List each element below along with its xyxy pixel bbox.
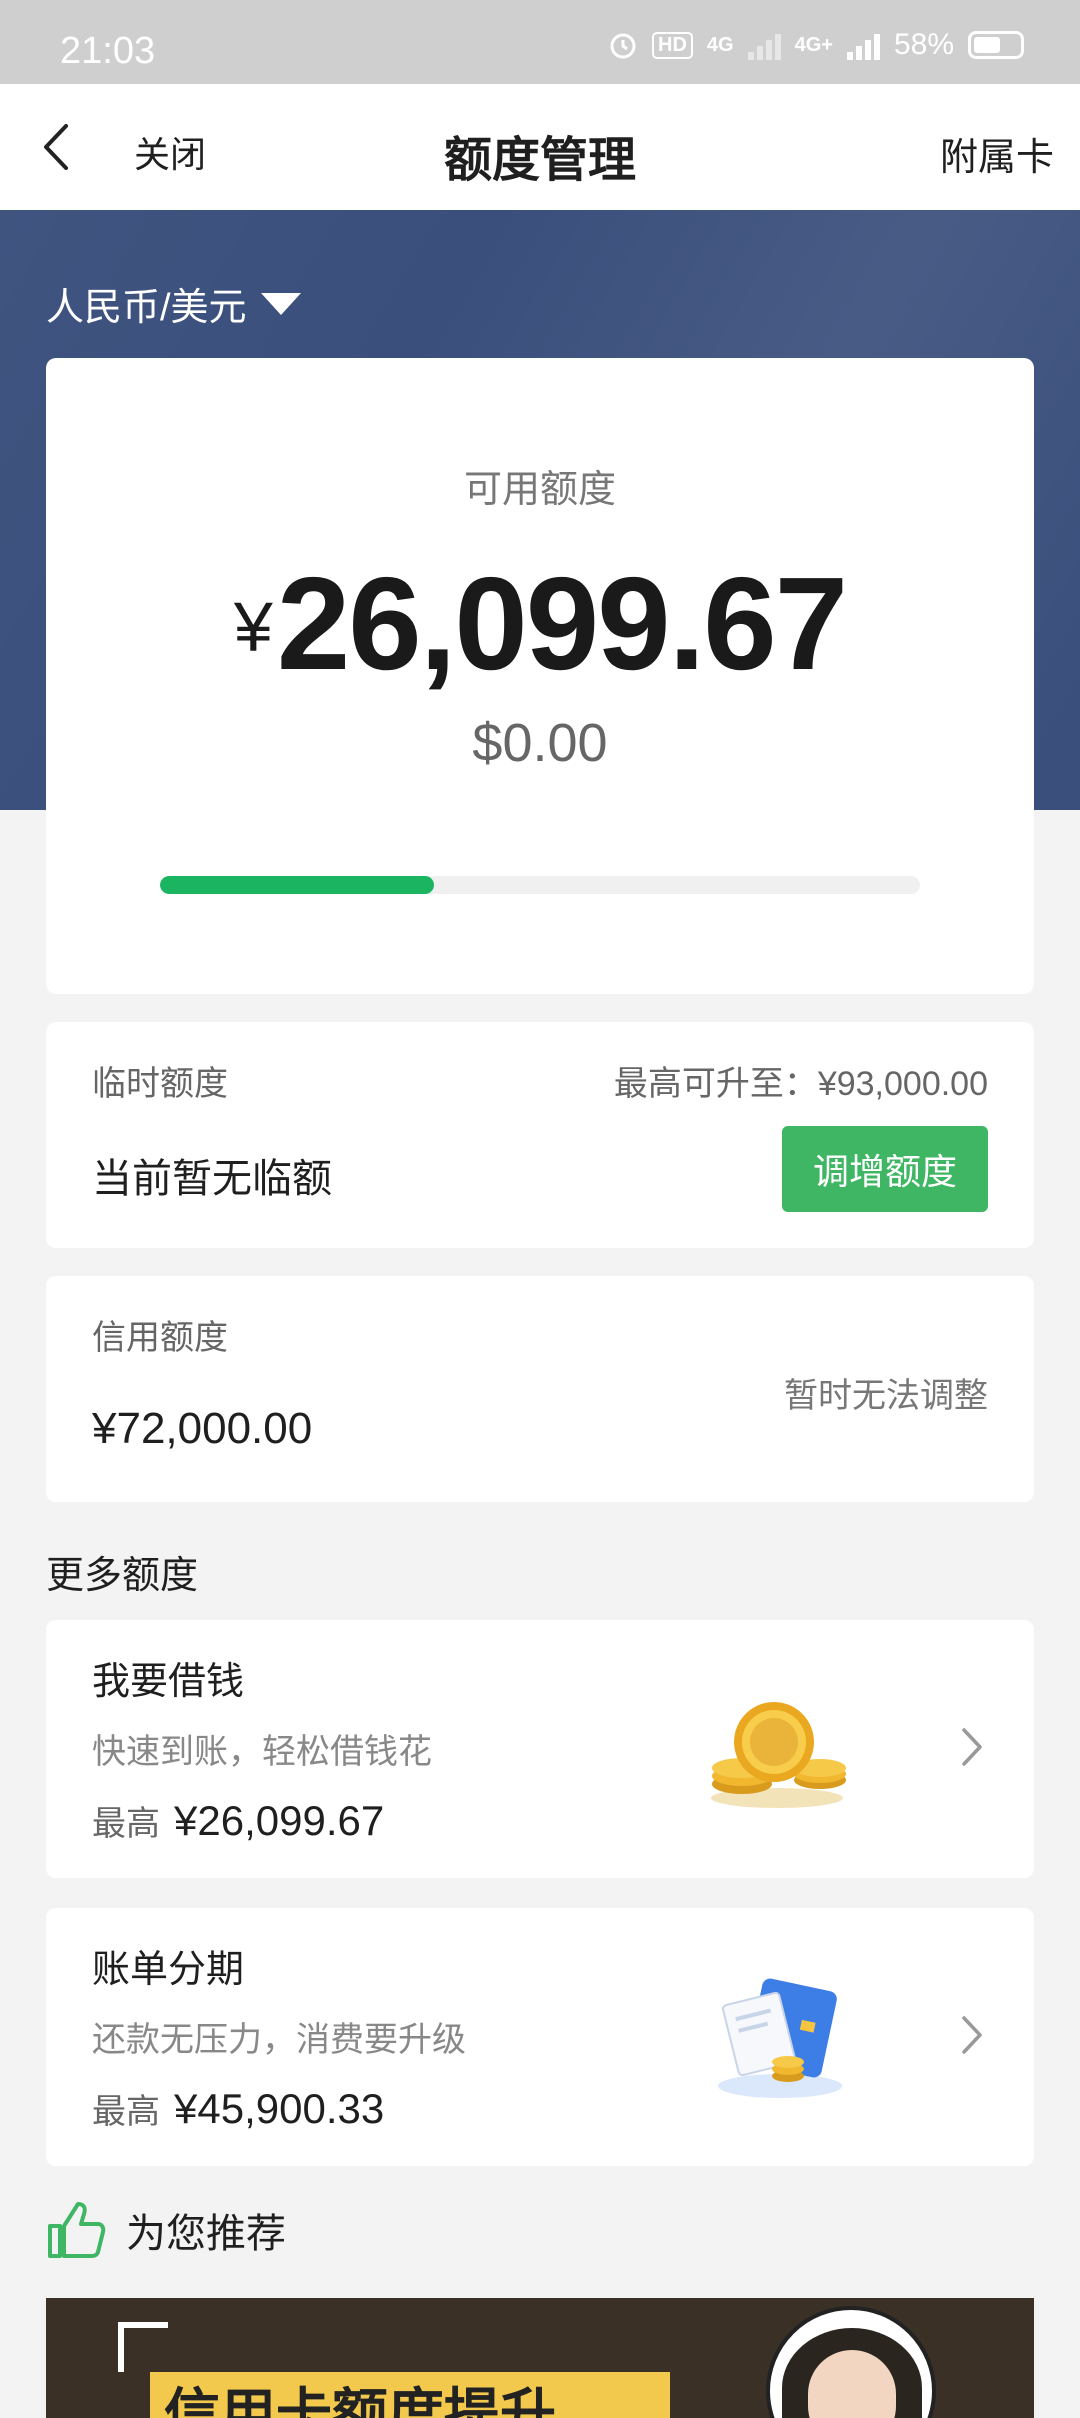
offer-title: 我要借钱	[92, 1661, 245, 1703]
credit-label: 信用额度	[92, 1319, 228, 1357]
installment-offer-card[interactable]: 账单分期 还款无压力，消费要升级 最高 ¥45,900.33	[46, 1908, 1034, 2166]
chevron-left-icon[interactable]	[36, 122, 80, 172]
offer-max-value: ¥45,900.33	[174, 2085, 385, 2132]
offer-desc: 还款无压力，消费要升级	[92, 2021, 466, 2059]
bill-card-coins-icon	[718, 1978, 842, 2098]
network-label-2: 4G+	[794, 33, 833, 56]
borrow-offer-card[interactable]: 我要借钱 快速到账，轻松借钱花 最高 ¥26,099.67	[46, 1620, 1034, 1878]
recommend-header: 为您推荐	[44, 2198, 286, 2262]
credit-usage-progress-fill	[160, 876, 434, 894]
thumbs-up-icon	[48, 2202, 106, 2258]
credit-limit-card: 信用额度 ¥72,000.00 暂时无法调整	[46, 1276, 1034, 1502]
offer-desc: 快速到账，轻松借钱花	[92, 1733, 432, 1771]
signal-icon-1	[747, 30, 781, 60]
offer-max-value: ¥26,099.67	[174, 1797, 385, 1844]
temporary-credit-card: 临时额度 最高可升至：¥93,000.00 当前暂无临额 调增额度	[46, 1022, 1034, 1248]
more-credit-title: 更多额度	[46, 1555, 199, 1597]
gold-coins-icon	[711, 1702, 846, 1808]
network-label-1: 4G	[706, 33, 734, 56]
offer-max: 最高 ¥26,099.67	[92, 1796, 384, 1845]
recommend-banner[interactable]: 信用卡额度提升	[46, 2298, 1034, 2418]
credit-usage-progress	[160, 876, 920, 894]
banner-text: 信用卡额度提升	[164, 2383, 556, 2418]
battery-icon	[968, 31, 1024, 59]
offer-title: 账单分期	[92, 1949, 245, 1991]
caret-down-icon	[260, 292, 301, 315]
currency-label: 人民币/美元	[46, 287, 247, 329]
credit-value: ¥72,000.00	[92, 1404, 313, 1453]
recommend-title: 为您推荐	[126, 2212, 286, 2256]
offer-max-label: 最高	[92, 2093, 160, 2131]
subcard-button[interactable]: 附属卡	[940, 126, 1054, 181]
temporary-label: 临时额度	[92, 1065, 228, 1103]
status-time: 21:03	[60, 30, 156, 72]
temporary-status: 当前暂无临额	[92, 1157, 332, 1201]
currency-symbol: ¥	[233, 588, 273, 666]
available-credit-card: 可用额度 ¥26,099.67 $0.00	[46, 358, 1034, 994]
nav-bar: 关闭 额度管理 附属卡	[0, 84, 1080, 210]
hd-badge-icon: HD	[652, 31, 693, 59]
signal-icon-2	[846, 30, 880, 60]
offer-max-label: 最高	[92, 1805, 160, 1843]
status-icons: HD 4G 4G+ 58%	[608, 28, 1024, 62]
chevron-right-icon	[962, 2016, 982, 2054]
available-amount: ¥26,099.67	[46, 548, 1034, 699]
currency-selector[interactable]: 人民币/美元	[46, 276, 301, 331]
chevron-right-icon	[962, 1728, 982, 1766]
status-bar: 21:03 HD 4G 4G+ 58%	[0, 0, 1080, 84]
temporary-max: 最高可升至：¥93,000.00	[613, 1065, 988, 1103]
alarm-icon	[610, 33, 636, 59]
quote-mark-icon	[118, 2322, 168, 2372]
credit-note: 暂时无法调整	[784, 1377, 988, 1415]
available-label: 可用额度	[463, 469, 616, 511]
available-amount-value: 26,099.67	[276, 550, 848, 697]
increase-limit-button[interactable]: 调增额度	[782, 1126, 988, 1212]
offer-max: 最高 ¥45,900.33	[92, 2084, 384, 2133]
battery-percent: 58%	[893, 28, 954, 61]
available-usd: $0.00	[472, 713, 608, 773]
close-button[interactable]: 关闭	[134, 126, 206, 178]
